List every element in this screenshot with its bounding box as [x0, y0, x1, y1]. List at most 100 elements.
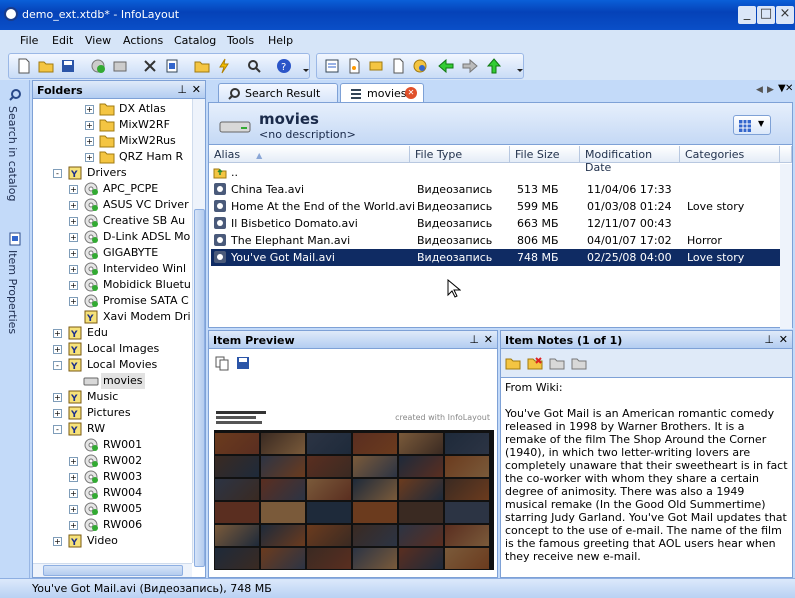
folder-tree-item[interactable]: - Y RW: [33, 421, 192, 437]
maximize-button[interactable]: □: [757, 6, 775, 24]
minimize-button[interactable]: _: [738, 6, 756, 24]
close-tab-icon[interactable]: ✕: [405, 87, 417, 99]
folder-tree-item[interactable]: + QRZ Ham R: [33, 149, 192, 165]
expand-icon[interactable]: +: [69, 249, 78, 258]
help-icon[interactable]: ?: [275, 57, 293, 75]
pin-icon[interactable]: ⊥: [177, 83, 187, 96]
expand-icon[interactable]: +: [69, 457, 78, 466]
forward-arrow-icon[interactable]: [461, 57, 479, 75]
folder-tree-item[interactable]: + D-Link ADSL Mo: [33, 229, 192, 245]
column-file-size[interactable]: File Size: [510, 146, 580, 163]
folder-tree-item[interactable]: + RW004: [33, 485, 192, 501]
column-alias[interactable]: Alias ▲: [209, 146, 410, 163]
toolbar-chevron-icon-2[interactable]: [511, 57, 523, 75]
catalog-icon[interactable]: [323, 57, 341, 75]
tab-movies[interactable]: movies ✕: [340, 83, 424, 102]
expand-icon[interactable]: +: [53, 409, 62, 418]
menu-tools[interactable]: Tools: [227, 34, 254, 47]
copy-icon[interactable]: [214, 355, 230, 371]
open-folder-icon[interactable]: [37, 57, 55, 75]
up-arrow-icon[interactable]: [485, 57, 503, 75]
expand-icon[interactable]: +: [53, 345, 62, 354]
new-icon[interactable]: [15, 57, 33, 75]
list-item-parent[interactable]: ..: [211, 164, 780, 181]
expand-icon[interactable]: +: [69, 473, 78, 482]
tab-search-in-catalog[interactable]: Search in catalog: [6, 106, 19, 201]
tab-search-result[interactable]: Search Result: [218, 83, 338, 102]
lightning-icon[interactable]: [215, 57, 233, 75]
column-modification-date[interactable]: Modification Date: [580, 146, 680, 174]
expand-icon[interactable]: +: [69, 281, 78, 290]
close-button[interactable]: ×: [776, 6, 794, 24]
info-icon[interactable]: [411, 57, 429, 75]
folder-tree-item[interactable]: movies: [33, 373, 192, 389]
expand-icon[interactable]: +: [69, 521, 78, 530]
folder-tree-item[interactable]: + GIGABYTE: [33, 245, 192, 261]
note-folder-icon[interactable]: [505, 355, 521, 371]
menu-catalog[interactable]: Catalog: [174, 34, 216, 47]
note-prev-icon[interactable]: [549, 355, 565, 371]
folder-tree-item[interactable]: + Y Video: [33, 533, 192, 549]
notes-pin-icon[interactable]: ⊥: [764, 333, 774, 346]
tab-close-icon[interactable]: ✕: [785, 83, 793, 94]
save-icon[interactable]: [59, 57, 77, 75]
menu-file[interactable]: File: [20, 34, 38, 47]
folder-tree-item[interactable]: + DX Atlas: [33, 101, 192, 117]
folder-tree-item[interactable]: + APC_PCPE: [33, 181, 192, 197]
menu-view[interactable]: View: [85, 34, 111, 47]
tag-icon[interactable]: [367, 57, 385, 75]
tab-item-properties[interactable]: Item Properties: [6, 250, 19, 334]
folder-tree-item[interactable]: + Creative SB Au: [33, 213, 192, 229]
properties-icon[interactable]: [163, 57, 181, 75]
scan-icon[interactable]: [111, 57, 129, 75]
folder-tree-item[interactable]: + Y Edu: [33, 325, 192, 341]
folder-tree-item[interactable]: + ASUS VC Driver: [33, 197, 192, 213]
expand-icon[interactable]: +: [53, 537, 62, 546]
folder-tree-item[interactable]: + MixW2Rus: [33, 133, 192, 149]
folder-tree-item[interactable]: - Y Local Movies: [33, 357, 192, 373]
notes-close-icon[interactable]: ✕: [779, 333, 788, 346]
folders-vertical-scrollbar[interactable]: [192, 99, 205, 567]
expand-icon[interactable]: +: [69, 297, 78, 306]
folders-horizontal-scrollbar[interactable]: [33, 563, 192, 577]
expand-icon[interactable]: +: [69, 233, 78, 242]
table-row[interactable]: Home At the End of the World.avi Видеозап…: [211, 198, 780, 215]
collapse-icon[interactable]: -: [53, 361, 62, 370]
folder-tree-item[interactable]: + Y Music: [33, 389, 192, 405]
folder-tree-item[interactable]: + RW006: [33, 517, 192, 533]
view-mode-button[interactable]: ▼: [733, 115, 771, 135]
tab-scroll-left-icon[interactable]: ◀: [756, 85, 763, 95]
expand-icon[interactable]: +: [69, 217, 78, 226]
expand-icon[interactable]: +: [85, 121, 94, 130]
preview-pin-icon[interactable]: ⊥: [469, 333, 479, 346]
folder-tree-item[interactable]: + Intervideo Winl: [33, 261, 192, 277]
expand-icon[interactable]: +: [85, 153, 94, 162]
back-arrow-icon[interactable]: [437, 57, 455, 75]
expand-icon[interactable]: +: [69, 201, 78, 210]
column-categories[interactable]: Categories: [680, 146, 780, 163]
folder-tree-item[interactable]: + RW002: [33, 453, 192, 469]
expand-icon[interactable]: +: [69, 505, 78, 514]
folder-tree-item[interactable]: - Y Drivers: [33, 165, 192, 181]
menu-edit[interactable]: Edit: [52, 34, 73, 47]
folder-tree-item[interactable]: RW001: [33, 437, 192, 453]
table-row[interactable]: The Elephant Man.avi Видеозапись 806 МБ 04/…: [211, 232, 780, 249]
folder-tree-item[interactable]: + RW003: [33, 469, 192, 485]
column-file-type[interactable]: File Type: [410, 146, 510, 163]
expand-icon[interactable]: +: [69, 265, 78, 274]
expand-icon[interactable]: +: [69, 185, 78, 194]
notes-text[interactable]: From Wiki: You've Got Mail is an America…: [501, 377, 792, 577]
save-preview-icon[interactable]: [235, 355, 251, 371]
expand-icon[interactable]: +: [69, 489, 78, 498]
search-icon[interactable]: [245, 57, 263, 75]
collapse-icon[interactable]: -: [53, 425, 62, 434]
add-disk-icon[interactable]: [89, 57, 107, 75]
page-icon[interactable]: [389, 57, 407, 75]
delete-icon[interactable]: [141, 57, 159, 75]
expand-icon[interactable]: +: [85, 137, 94, 146]
expand-icon[interactable]: +: [85, 105, 94, 114]
folders-hscroll-thumb[interactable]: [43, 565, 183, 576]
table-row[interactable]: China Tea.avi Видеозапись 513 МБ 11/04/06 1…: [211, 181, 780, 198]
folders-scroll-thumb[interactable]: [194, 209, 205, 567]
folder-tree-item[interactable]: + Y Pictures: [33, 405, 192, 421]
